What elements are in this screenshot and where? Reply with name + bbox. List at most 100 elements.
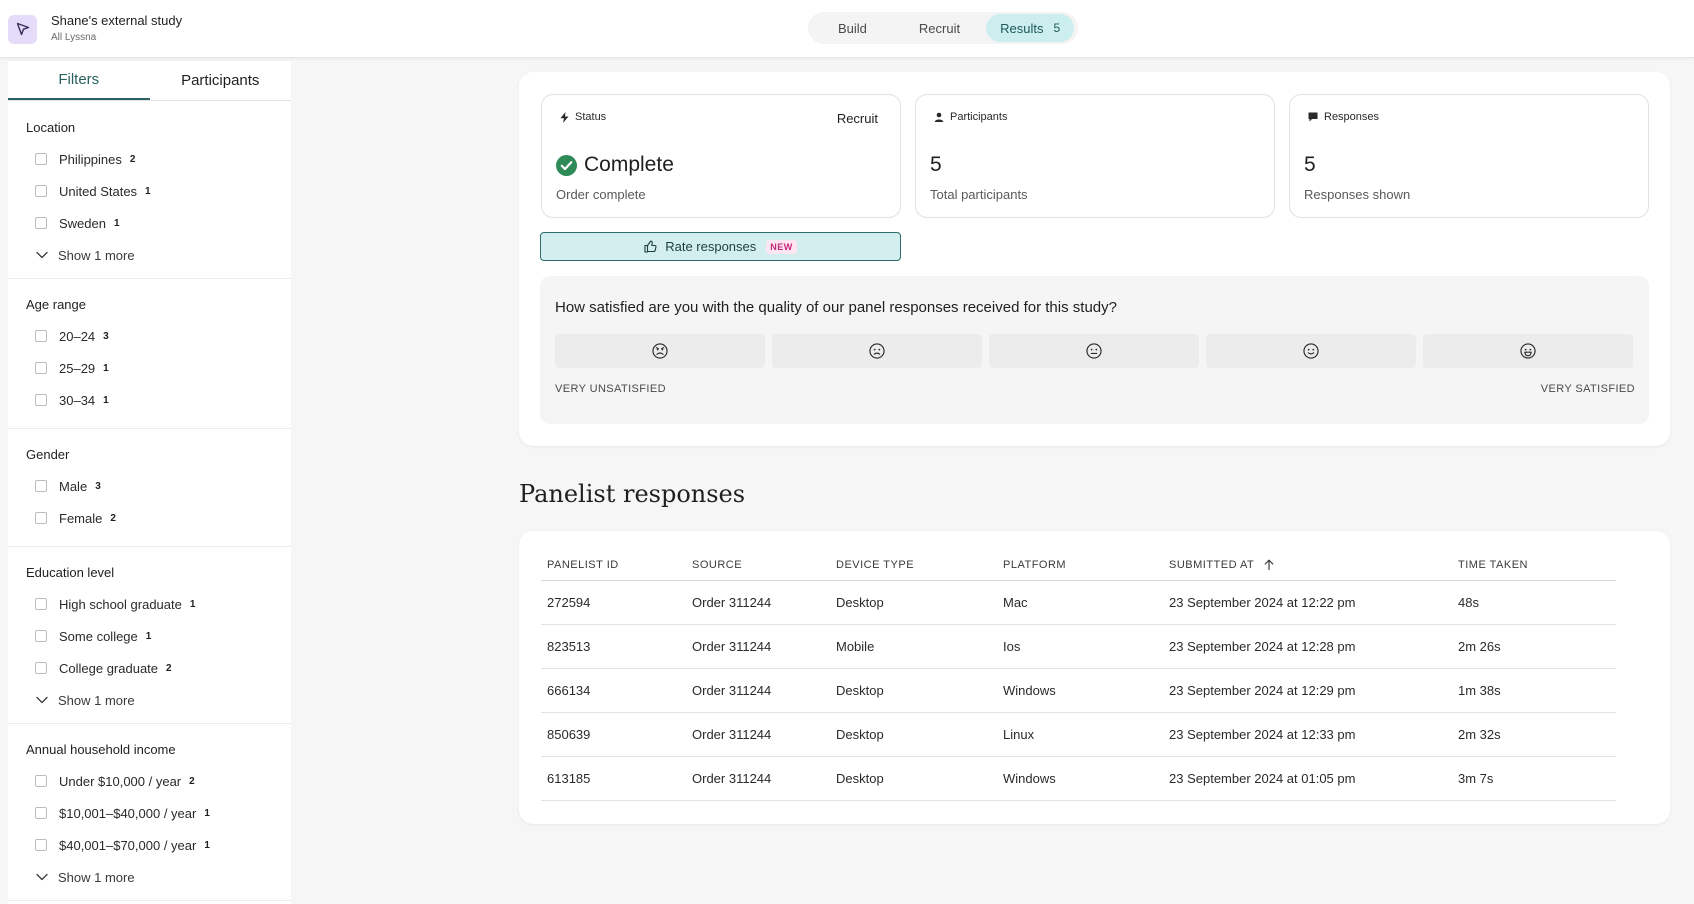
- filter-checkbox[interactable]: [35, 153, 47, 165]
- responses-sub: Responses shown: [1304, 187, 1411, 202]
- chevron-down-icon: [36, 251, 48, 259]
- filter-checkbox[interactable]: [35, 630, 47, 642]
- column-header[interactable]: DEVICE TYPE: [830, 550, 997, 581]
- tab-recruit[interactable]: Recruit: [893, 14, 986, 42]
- top-bar: Shane's external study All Lyssna Build …: [0, 0, 1694, 58]
- filter-option-count: 1: [103, 394, 109, 406]
- filter-option[interactable]: $10,001–$40,000 / year 1: [26, 797, 273, 829]
- participants-label: Participants: [934, 111, 1007, 123]
- satisfaction-option[interactable]: [1423, 334, 1633, 368]
- column-header-label: PLATFORM: [1003, 558, 1067, 571]
- filter-checkbox[interactable]: [35, 362, 47, 374]
- filter-option[interactable]: Some college 1: [26, 620, 273, 652]
- column-header[interactable]: TIME TAKEN: [1452, 550, 1616, 581]
- show-more-label: Show 1 more: [58, 869, 135, 885]
- table-cell: Order 311244: [686, 580, 830, 625]
- column-header[interactable]: PLATFORM: [997, 550, 1163, 581]
- filter-checkbox[interactable]: [35, 330, 47, 342]
- table-cell: Order 311244: [686, 712, 830, 757]
- rate-responses-button[interactable]: Rate responses NEW: [540, 232, 901, 261]
- responses-value: 5: [1304, 153, 1316, 176]
- filter-option-count: 2: [166, 662, 172, 674]
- table-cell: Order 311244: [686, 756, 830, 801]
- study-subtitle: All Lyssna: [51, 32, 97, 43]
- status-value: Complete: [556, 153, 674, 177]
- table-cell: Mobile: [830, 624, 997, 669]
- filter-option[interactable]: College graduate 2: [26, 652, 273, 684]
- table-cell: Linux: [997, 712, 1163, 757]
- table-cell: 2m 32s: [1452, 712, 1616, 757]
- status-card: Status Recruit Complete Order complete: [541, 94, 901, 218]
- satisfied-face-icon: [1303, 343, 1319, 359]
- filter-option[interactable]: Male 3: [26, 470, 273, 502]
- table-row[interactable]: 613185 Order 311244 Desktop Windows 23 Septe…: [541, 756, 1616, 801]
- filter-option[interactable]: Philippines 2: [26, 143, 273, 175]
- show-more-label: Show 1 more: [58, 692, 135, 708]
- filter-option[interactable]: Under $10,000 / year 2: [26, 765, 273, 797]
- filter-checkbox[interactable]: [35, 775, 47, 787]
- satisfaction-option[interactable]: [555, 334, 765, 368]
- filter-option[interactable]: Sweden 1: [26, 207, 273, 239]
- filter-checkbox[interactable]: [35, 480, 47, 492]
- recruit-link[interactable]: Recruit: [837, 111, 878, 126]
- column-header[interactable]: SUBMITTED AT: [1163, 550, 1452, 581]
- filter-section: Age range 20–24 3 25–29 1 30–34 1: [8, 279, 291, 429]
- table-row[interactable]: 272594 Order 311244 Desktop Mac 23 September…: [541, 580, 1616, 625]
- speech-bubble-icon: [1308, 112, 1318, 122]
- chevron-down-icon: [36, 873, 48, 881]
- satisfaction-option[interactable]: [772, 334, 982, 368]
- tab-results[interactable]: Results 5: [986, 14, 1075, 42]
- survey-question: How satisfied are you with the quality o…: [555, 299, 1117, 316]
- column-header-label: PANELIST ID: [547, 558, 619, 571]
- filter-list: Location Philippines 2 United States 1 Sweden…: [8, 101, 291, 901]
- filter-option[interactable]: 20–24 3: [26, 320, 273, 352]
- filter-option[interactable]: High school graduate 1: [26, 588, 273, 620]
- very-satisfied-face-icon: [1520, 343, 1536, 359]
- table-cell: 850639: [541, 712, 686, 757]
- filter-option[interactable]: United States 1: [26, 175, 273, 207]
- filter-option-label: United States: [59, 183, 138, 199]
- table-header-row: PANELIST ID SOURCE DEVICE TYPE PLATFORM SUBM…: [541, 550, 1616, 581]
- column-header[interactable]: SOURCE: [686, 550, 830, 581]
- filter-checkbox[interactable]: [35, 394, 47, 406]
- filter-checkbox[interactable]: [35, 662, 47, 674]
- show-more-button[interactable]: Show 1 more: [26, 239, 273, 271]
- filter-option[interactable]: Female 2: [26, 502, 273, 534]
- table-row[interactable]: 850639 Order 311244 Desktop Linux 23 Septemb…: [541, 712, 1616, 757]
- satisfaction-scale: [555, 334, 1633, 368]
- table-cell: Order 311244: [686, 668, 830, 713]
- tab-results-label: Results: [1000, 20, 1044, 36]
- filter-checkbox[interactable]: [35, 185, 47, 197]
- filter-option-label: Under $10,000 / year: [59, 773, 182, 789]
- filter-option-label: $10,001–$40,000 / year: [59, 805, 197, 821]
- filter-checkbox[interactable]: [35, 217, 47, 229]
- show-more-button[interactable]: Show 1 more: [26, 684, 273, 716]
- filter-option[interactable]: $40,001–$70,000 / year 1: [26, 829, 273, 861]
- tab-participants[interactable]: Participants: [150, 61, 292, 100]
- show-more-button[interactable]: Show 1 more: [26, 861, 273, 893]
- filter-checkbox[interactable]: [35, 807, 47, 819]
- table-row[interactable]: 823513 Order 311244 Mobile Ios 23 September …: [541, 624, 1616, 669]
- table-row[interactable]: 666134 Order 311244 Desktop Windows 23 Septe…: [541, 668, 1616, 713]
- filter-checkbox[interactable]: [35, 839, 47, 851]
- filter-option-count: 2: [129, 153, 136, 165]
- column-header-label: TIME TAKEN: [1458, 558, 1528, 571]
- filter-checkbox[interactable]: [35, 512, 47, 524]
- filter-section: Location Philippines 2 United States 1 Sweden…: [8, 101, 291, 279]
- table-cell: 48s: [1452, 580, 1616, 625]
- cursor-arrow-icon[interactable]: [8, 14, 37, 44]
- sort-arrow-up-icon[interactable]: [1264, 559, 1274, 571]
- tab-build[interactable]: Build: [812, 14, 893, 42]
- filter-section-title: Annual household income: [26, 742, 176, 757]
- column-header[interactable]: PANELIST ID: [541, 550, 686, 581]
- panelist-responses-title: Panelist responses: [519, 480, 746, 508]
- filter-option[interactable]: 30–34 1: [26, 384, 273, 416]
- filter-option-label: Male: [59, 478, 88, 494]
- filter-option[interactable]: 25–29 1: [26, 352, 273, 384]
- tab-filters[interactable]: Filters: [8, 61, 150, 100]
- table-cell: Order 311244: [686, 624, 830, 669]
- filter-checkbox[interactable]: [35, 598, 47, 610]
- table-cell: 613185: [541, 756, 686, 801]
- satisfaction-option[interactable]: [1206, 334, 1416, 368]
- satisfaction-option[interactable]: [989, 334, 1199, 368]
